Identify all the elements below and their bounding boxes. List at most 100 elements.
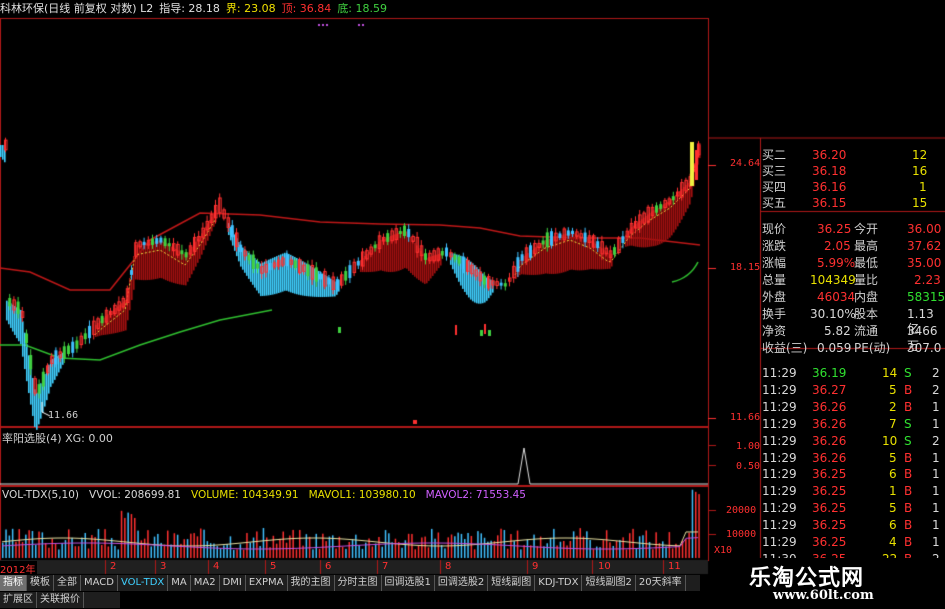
tick-count: 1 (932, 535, 940, 549)
tick-volume: 7 (889, 416, 897, 431)
tick-side: B (904, 518, 913, 533)
x-tick-label: 3 (160, 561, 167, 572)
tab-4[interactable]: VOL-TDX (118, 575, 169, 591)
volume-value: VOLUME: 104349.91 (190, 489, 299, 501)
bid-row[interactable]: 买二 36.20 12 (760, 148, 942, 163)
vol-axis-unit: X10 (714, 545, 733, 556)
bid-row[interactable]: 买五 36.15 15 (760, 196, 942, 211)
tab-13[interactable]: 短线副图 (488, 575, 536, 591)
x-tick-label: 9 (532, 561, 539, 572)
tick-price: 36.27 (812, 382, 847, 397)
stat-value: 36.25 (817, 222, 852, 236)
tick-price: 36.25 (812, 501, 847, 516)
x-tick-label: 7 (382, 561, 389, 572)
tick-count: 1 (932, 467, 940, 482)
x-tick-label: 4 (213, 561, 220, 572)
tick-price: 36.25 (812, 484, 847, 499)
tab-16[interactable]: 20天斜率 (636, 575, 686, 591)
tick-price: 36.25 (812, 518, 847, 533)
tab2-1[interactable]: 关联报价 (37, 592, 84, 608)
tab-15[interactable]: 短线副图2 (582, 575, 636, 591)
secondary-tab-bar: 扩展区 关联报价 (0, 592, 120, 608)
tab-12[interactable]: 回调选股2 (435, 575, 489, 591)
stat-label: 净资 (762, 324, 787, 338)
tab-3[interactable]: MACD (81, 575, 118, 591)
tick-volume: 1 (889, 484, 897, 499)
stat-label: PE(动) (854, 341, 891, 355)
bid-label: 买二 (762, 148, 787, 162)
tick-count: 1 (932, 484, 940, 499)
tick-price: 36.26 (812, 433, 847, 448)
bid-row[interactable]: 买四 36.16 1 (760, 180, 942, 195)
tick-side: B (904, 484, 913, 499)
tick-row[interactable]: 11:29 36.26 10 S 2 (760, 434, 942, 449)
tick-count: 1 (932, 450, 940, 465)
tick-volume: 6 (889, 467, 897, 482)
tab-6[interactable]: MA2 (191, 575, 220, 591)
x-tick-label: 10 (598, 561, 611, 572)
tick-row[interactable]: 11:29 36.25 6 B 1 (760, 518, 942, 533)
tick-row[interactable]: 11:29 36.19 14 S 2 (760, 366, 942, 381)
stat-row: 涨幅 5.99% 最低 35.00 (760, 256, 942, 271)
bid-volume: 1 (919, 180, 927, 194)
tick-side: B (904, 501, 913, 516)
bid-label: 买三 (762, 164, 787, 178)
xg-indicator-label: 率阳选股(4) XG: 0.00 (2, 432, 113, 445)
tick-row[interactable]: 11:29 36.27 5 B 2 (760, 383, 942, 398)
tab-10[interactable]: 分时主图 (335, 575, 382, 591)
vvol-value: VVOL: 208699.81 (89, 489, 181, 501)
bid-row[interactable]: 买三 36.18 16 (760, 164, 942, 179)
stat-label: 涨跌 (762, 239, 787, 253)
stat-label: 股本 (854, 307, 879, 321)
x-tick-label: 5 (270, 561, 277, 572)
tab-7[interactable]: DMI (220, 575, 246, 591)
stat-label: 外盘 (762, 290, 787, 304)
tick-count: 1 (932, 416, 940, 431)
tick-volume: 5 (889, 382, 897, 397)
tab-0[interactable]: 指标 (0, 575, 27, 591)
tick-side: S (904, 366, 912, 380)
stat-value: 36.00 (907, 222, 942, 236)
tick-row[interactable]: 11:29 36.25 1 B 1 (760, 484, 942, 499)
stat-value: 37.62 (907, 239, 942, 253)
tab-14[interactable]: KDJ-TDX (535, 575, 583, 591)
tick-count: 2 (932, 366, 940, 380)
stat-value: 35.00 (907, 256, 942, 270)
tick-price: 36.19 (812, 366, 847, 380)
stat-value: 5.99% (817, 256, 856, 270)
tab-2[interactable]: 全部 (54, 575, 81, 591)
stat-label: 换手 (762, 307, 787, 321)
stat-label: 总量 (762, 273, 787, 287)
x-tick-label: 6 (325, 561, 332, 572)
tick-time: 11:29 (762, 366, 797, 380)
price-axis-label-2: 18.15 (730, 262, 761, 273)
tick-row[interactable]: 11:29 36.25 4 B 1 (760, 535, 942, 550)
tab-11[interactable]: 回调选股1 (382, 575, 435, 591)
tick-side: S (904, 433, 912, 448)
tab-9[interactable]: 我的主图 (288, 575, 335, 591)
tick-row[interactable]: 11:29 36.25 5 B 1 (760, 501, 942, 516)
tab-8[interactable]: EXPMA (246, 575, 288, 591)
stat-label: 流通 (854, 324, 879, 338)
tick-side: B (904, 467, 913, 482)
tick-time: 11:29 (762, 399, 797, 414)
stat-label: 内盘 (854, 290, 879, 304)
tick-time: 11:29 (762, 382, 797, 397)
tab-5[interactable]: MA (168, 575, 191, 591)
tick-count: 1 (932, 501, 940, 516)
tab2-0[interactable]: 扩展区 (0, 592, 37, 608)
tick-row[interactable]: 11:29 36.25 6 B 1 (760, 467, 942, 482)
stat-value: 2.05 (824, 239, 851, 253)
tick-volume: 6 (889, 518, 897, 533)
tick-row[interactable]: 11:29 36.26 7 S 1 (760, 417, 942, 432)
tab-1[interactable]: 模板 (27, 575, 54, 591)
stat-value: 2.23 (914, 273, 941, 287)
tick-row[interactable]: 11:29 36.26 5 B 1 (760, 451, 942, 466)
vol-axis-label-1: 20000 (726, 505, 757, 516)
tick-row[interactable]: 11:29 36.26 2 B 1 (760, 400, 942, 415)
tick-count: 2 (932, 433, 940, 448)
tick-price: 36.26 (812, 399, 847, 414)
stat-label: 量比 (854, 273, 879, 287)
mavol2-value: MAVOL2: 71553.45 (425, 489, 526, 501)
stat-row: 涨跌 2.05 最高 37.62 (760, 239, 942, 254)
